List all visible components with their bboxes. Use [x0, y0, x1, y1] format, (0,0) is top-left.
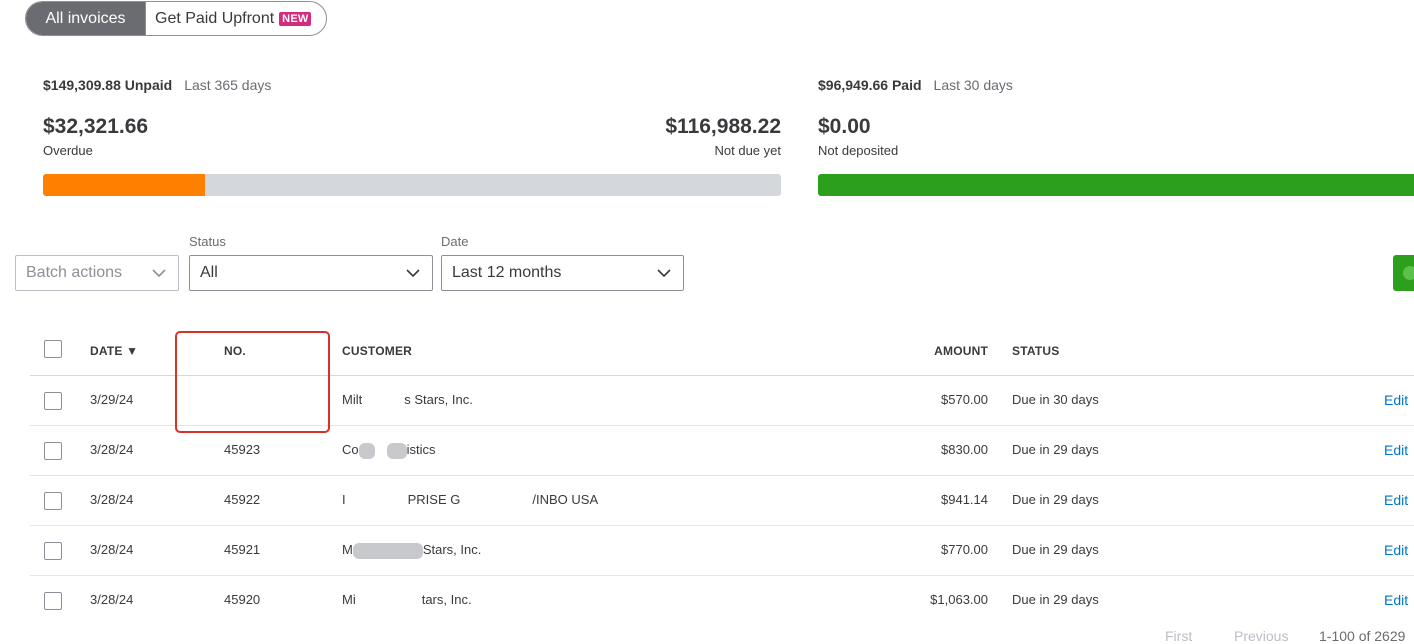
unpaid-progress-bar[interactable]	[43, 174, 781, 196]
row-customer[interactable]: Co istics	[342, 442, 436, 459]
row-date: 3/28/24	[90, 542, 134, 557]
customer-name-part: /INBO USA	[532, 492, 599, 507]
pagination-range: 1-100 of 2629	[1319, 628, 1406, 644]
row-date: 3/28/24	[90, 592, 134, 607]
row-checkbox[interactable]	[44, 542, 62, 560]
column-header-date[interactable]: DATE ▼	[90, 344, 138, 358]
row-checkbox[interactable]	[44, 492, 62, 510]
chevron-down-icon	[657, 269, 671, 278]
date-filter-select[interactable]: Last 12 months	[441, 255, 684, 291]
customer-name-part: istics	[406, 442, 436, 457]
tab-get-paid-upfront-label: Get Paid Upfront	[155, 9, 275, 27]
new-badge: NEW	[279, 11, 312, 26]
edit-link[interactable]: Edit	[1384, 442, 1408, 458]
row-date: 3/28/24	[90, 442, 134, 457]
row-checkbox[interactable]	[44, 592, 62, 610]
batch-actions-dropdown[interactable]: Batch actions	[15, 255, 179, 291]
paid-progress-bar[interactable]	[818, 174, 1414, 196]
status-filter-value: All	[200, 264, 218, 281]
row-status: Due in 29 days	[1012, 592, 1099, 607]
pagination-previous[interactable]: Previous	[1234, 628, 1288, 644]
column-header-amount[interactable]: AMOUNT	[868, 344, 988, 358]
paid-summary-heading: $96,949.66 Paid Last 30 days	[818, 77, 1013, 95]
customer-name-part: Milt	[342, 392, 363, 407]
row-number: 45923	[224, 442, 261, 457]
row-amount: $1,063.00	[930, 592, 988, 607]
chevron-down-icon	[406, 269, 420, 278]
customer-name-part: M	[342, 542, 353, 557]
row-number: 45920	[224, 592, 261, 607]
customer-name-part: Stars, Inc.	[422, 542, 482, 557]
redaction	[386, 442, 407, 459]
row-customer[interactable]: M Stars, Inc.	[342, 542, 481, 559]
column-header-customer[interactable]: CUSTOMER	[342, 344, 412, 358]
customer-name-part: s Stars, Inc.	[404, 392, 473, 407]
select-all-checkbox[interactable]	[44, 340, 62, 358]
row-customer[interactable]: Milt s Stars, Inc.	[342, 392, 473, 409]
batch-actions-label: Batch actions	[26, 264, 123, 281]
row-customer[interactable]: Mi tars, Inc.	[342, 592, 472, 609]
table-row[interactable]: 3/28/24 45920 Mi tars, Inc. $1,063.00 Due…	[30, 575, 1414, 626]
redaction	[345, 492, 408, 509]
status-filter-select[interactable]: All	[189, 255, 433, 291]
not-due-label: Not due yet	[714, 143, 782, 158]
invoice-view-toggle: All invoices Get Paid Upfront NEW	[25, 1, 327, 36]
not-deposited-value: $0.00	[818, 115, 871, 138]
date-filter-value: Last 12 months	[452, 264, 562, 281]
edit-link[interactable]: Edit	[1384, 392, 1408, 408]
overdue-bar-segment[interactable]	[43, 174, 206, 196]
row-checkbox[interactable]	[44, 392, 62, 410]
overdue-label: Overdue	[43, 143, 93, 158]
row-amount: $570.00	[941, 392, 988, 407]
date-filter-label: Date	[441, 234, 469, 249]
customer-name-part: Mi	[342, 592, 356, 607]
redaction	[352, 542, 423, 559]
button-icon	[1403, 266, 1414, 280]
row-date: 3/29/24	[90, 392, 134, 407]
row-status: Due in 29 days	[1012, 442, 1099, 457]
column-header-status[interactable]: STATUS	[1012, 344, 1059, 358]
tab-get-paid-upfront[interactable]: Get Paid Upfront NEW	[145, 2, 326, 35]
edit-link[interactable]: Edit	[1384, 542, 1408, 558]
row-status: Due in 30 days	[1012, 392, 1099, 407]
row-amount: $830.00	[941, 442, 988, 457]
unpaid-period: Last 365 days	[184, 77, 272, 93]
row-customer[interactable]: I PRISE G/INBO USA	[342, 492, 598, 509]
row-number: 45921	[224, 542, 261, 557]
paid-period: Last 30 days	[933, 77, 1013, 93]
table-row[interactable]: 3/28/24 45922 I PRISE G/INBO USA $941.14 …	[30, 475, 1414, 526]
tab-all-invoices[interactable]: All invoices	[26, 2, 145, 35]
not-deposited-label: Not deposited	[818, 143, 899, 158]
edit-link[interactable]: Edit	[1384, 592, 1408, 608]
pagination-first[interactable]: First	[1165, 628, 1192, 644]
row-status: Due in 29 days	[1012, 542, 1099, 557]
redaction	[355, 592, 422, 609]
annotation-highlight-box	[175, 331, 330, 433]
chevron-down-icon	[152, 269, 166, 278]
table-row[interactable]: 3/28/24 45921 M Stars, Inc. $770.00 Due i…	[30, 525, 1414, 576]
customer-name-part: PRISE G	[407, 492, 461, 507]
row-date: 3/28/24	[90, 492, 134, 507]
row-status: Due in 29 days	[1012, 492, 1099, 507]
edit-link[interactable]: Edit	[1384, 492, 1408, 508]
redaction	[362, 392, 405, 409]
row-amount: $770.00	[941, 542, 988, 557]
overdue-value: $32,321.66	[43, 115, 149, 138]
redaction	[358, 442, 375, 459]
unpaid-amount: $149,309.88 Unpaid	[43, 77, 173, 93]
status-filter-label: Status	[189, 234, 226, 249]
redaction	[460, 492, 533, 509]
row-number: 45922	[224, 492, 261, 507]
paid-amount: $96,949.66 Paid	[818, 77, 922, 93]
customer-name-part: tars, Inc.	[421, 592, 472, 607]
create-invoice-button[interactable]	[1393, 255, 1414, 291]
redaction	[374, 442, 387, 459]
unpaid-summary-heading: $149,309.88 Unpaid Last 365 days	[43, 77, 271, 95]
customer-name-part: Co	[342, 442, 359, 457]
row-amount: $941.14	[941, 492, 988, 507]
row-checkbox[interactable]	[44, 442, 62, 460]
not-due-value: $116,988.22	[665, 115, 781, 138]
